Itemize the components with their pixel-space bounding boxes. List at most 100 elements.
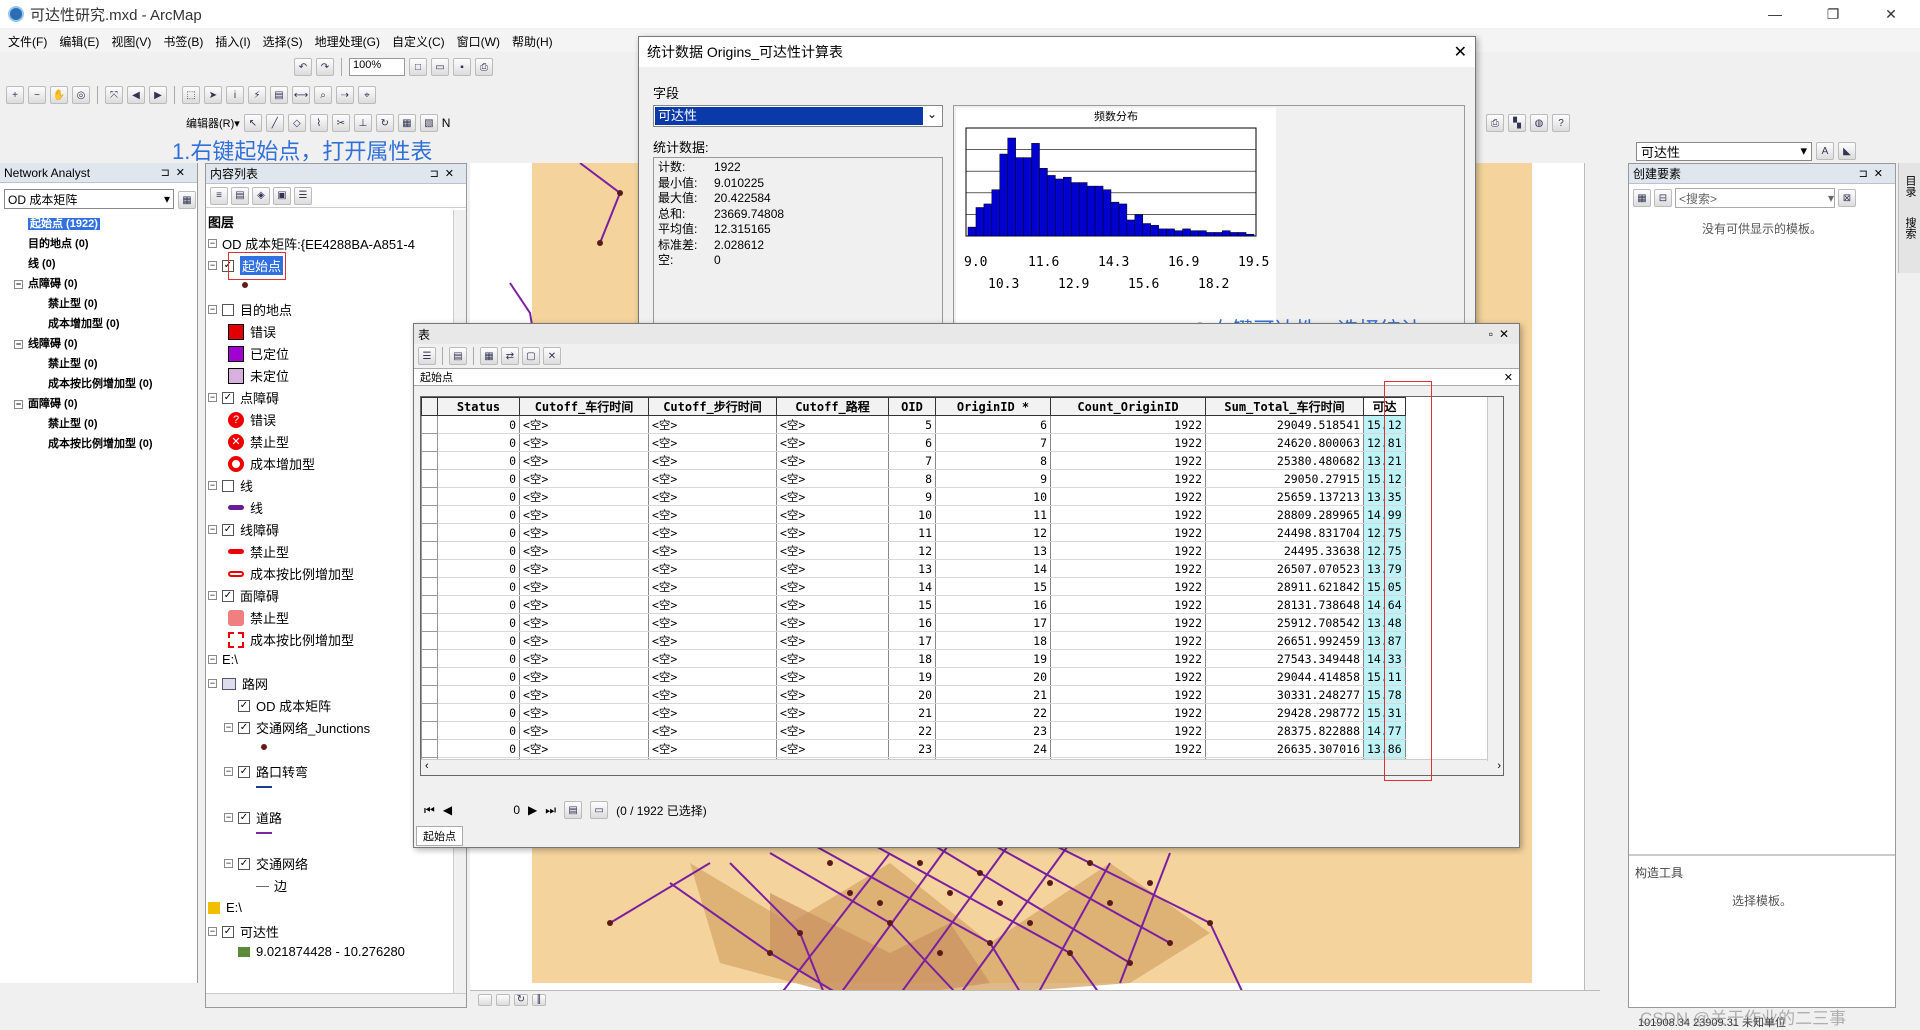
- table-cell[interactable]: 30331.248277: [1205, 685, 1364, 704]
- table-row[interactable]: 0 <空> <空> <空> 17 18 1922 26651.992459 13.87: [421, 631, 1406, 650]
- table-cell[interactable]: 24495.33638: [1205, 541, 1364, 560]
- table-cell[interactable]: 0: [437, 721, 520, 740]
- search-tab[interactable]: 搜索: [1899, 209, 1920, 247]
- table-cell[interactable]: <空>: [519, 451, 649, 470]
- table-cell[interactable]: <空>: [776, 667, 889, 686]
- table-cell[interactable]: 5: [888, 415, 936, 434]
- table-cell[interactable]: 1922: [1050, 649, 1206, 668]
- na-item[interactable]: 禁止型 (0): [48, 355, 98, 371]
- field-select[interactable]: 可达性 ⌄: [653, 105, 943, 127]
- pause-icon[interactable]: ∥: [532, 993, 546, 1006]
- table-cell[interactable]: 12: [935, 523, 1051, 542]
- traffic-net-layer[interactable]: − ✓ 交通网络: [224, 854, 308, 873]
- table-cell[interactable]: 24: [935, 739, 1051, 758]
- table-cell[interactable]: 24498.831704: [1205, 523, 1364, 542]
- menu-help[interactable]: 帮助(H): [512, 33, 553, 50]
- chart-icon[interactable]: ▚: [1508, 114, 1526, 132]
- table-cell[interactable]: 0: [437, 415, 520, 434]
- close-button[interactable]: ✕: [1862, 0, 1920, 28]
- table-cell[interactable]: 18: [888, 649, 936, 668]
- table-cell[interactable]: 0: [437, 577, 520, 596]
- help-icon[interactable]: ?: [1552, 114, 1570, 132]
- table-cell[interactable]: <空>: [519, 577, 649, 596]
- table-cell[interactable]: 0: [437, 649, 520, 668]
- table-cell[interactable]: 1922: [1050, 577, 1206, 596]
- table-row[interactable]: 0 <空> <空> <空> 7 8 1922 25380.480682 13.21: [421, 451, 1406, 470]
- layout-view-icon[interactable]: [496, 993, 510, 1006]
- na-item[interactable]: 成本增加型 (0): [48, 315, 120, 331]
- table-cell[interactable]: <空>: [648, 739, 777, 758]
- attributes-icon[interactable]: ▦: [397, 114, 416, 132]
- reshape-icon[interactable]: ⌇: [309, 114, 328, 132]
- table-cell[interactable]: 16: [888, 613, 936, 632]
- table-cell[interactable]: <空>: [519, 631, 649, 650]
- table-cell[interactable]: 1922: [1050, 469, 1206, 488]
- organize-templates-icon[interactable]: ▦: [1633, 189, 1651, 207]
- stats-close-button[interactable]: ✕: [1454, 42, 1467, 62]
- related-tables-icon[interactable]: ▤: [449, 347, 467, 365]
- table-cell[interactable]: <空>: [776, 541, 889, 560]
- na-item[interactable]: − 线障碍 (0): [14, 335, 78, 351]
- toc-hscrollbar[interactable]: [206, 993, 466, 1007]
- table-cell[interactable]: <空>: [648, 559, 777, 578]
- table-cell[interactable]: <空>: [648, 433, 777, 452]
- table-cell[interactable]: 1922: [1050, 505, 1206, 524]
- menu-selection[interactable]: 选择(S): [263, 33, 303, 50]
- table-cell[interactable]: 1922: [1050, 703, 1206, 722]
- table-cell[interactable]: <空>: [519, 649, 649, 668]
- table-cell[interactable]: <空>: [519, 685, 649, 704]
- menu-edit[interactable]: 编辑(E): [59, 33, 99, 50]
- triangle-icon[interactable]: ◣: [1838, 142, 1856, 160]
- table-cell[interactable]: <空>: [648, 631, 777, 650]
- table-cell[interactable]: 15: [888, 595, 936, 614]
- row-selector[interactable]: [421, 649, 438, 668]
- close-table-tab-icon[interactable]: ✕: [1504, 371, 1513, 384]
- table-cell[interactable]: 13: [935, 541, 1051, 560]
- table-row[interactable]: 0 <空> <空> <空> 20 21 1922 30331.248277 15.78: [421, 685, 1406, 704]
- row-selector[interactable]: [421, 487, 438, 506]
- table-cell[interactable]: 22: [888, 721, 936, 740]
- table-cell[interactable]: <空>: [519, 415, 649, 434]
- split-divider[interactable]: [1629, 854, 1895, 856]
- table-cell[interactable]: 25659.137213: [1205, 487, 1364, 506]
- template-search-input[interactable]: <搜索> ▾: [1675, 188, 1835, 208]
- table-cell[interactable]: <空>: [776, 703, 889, 722]
- table-cell[interactable]: 7: [888, 451, 936, 470]
- table-cell[interactable]: 1922: [1050, 487, 1206, 506]
- table-cell[interactable]: 0: [437, 523, 520, 542]
- column-header[interactable]: Sum_Total_车行时间: [1205, 397, 1364, 416]
- table-cell[interactable]: <空>: [776, 595, 889, 614]
- road-net-group[interactable]: − 路网: [208, 674, 268, 693]
- table-cell[interactable]: 1922: [1050, 685, 1206, 704]
- catalog-tab[interactable]: 目录: [1899, 163, 1920, 209]
- menu-insert[interactable]: 插入(I): [215, 33, 250, 50]
- table-cell[interactable]: <空>: [648, 469, 777, 488]
- cut-polygon-icon[interactable]: ✂: [331, 114, 350, 132]
- table-cell[interactable]: <空>: [519, 595, 649, 614]
- od-matrix-layer[interactable]: ✓ OD 成本矩阵: [238, 696, 331, 715]
- table-cell[interactable]: 29044.414858: [1205, 667, 1364, 686]
- xy-icon[interactable]: ⌖: [358, 86, 376, 104]
- row-selector[interactable]: [421, 667, 438, 686]
- grid-hscrollbar[interactable]: ‹ ›: [421, 759, 1503, 775]
- edit-vertices-icon[interactable]: ◇: [287, 114, 306, 132]
- table-row[interactable]: 0 <空> <空> <空> 23 24 1922 26635.307016 13.86: [421, 739, 1406, 758]
- print-icon[interactable]: ⎙: [475, 58, 493, 76]
- switch-selection-icon[interactable]: ⇄: [501, 347, 519, 365]
- table-cell[interactable]: 26635.307016: [1205, 739, 1364, 758]
- table-cell[interactable]: 29050.27915: [1205, 469, 1364, 488]
- column-header[interactable]: Cutoff_路程: [776, 397, 889, 416]
- table-cell[interactable]: <空>: [776, 577, 889, 596]
- table-cell[interactable]: 0: [437, 541, 520, 560]
- line-barriers-layer[interactable]: − ✓ 线障碍: [208, 520, 279, 539]
- row-selector[interactable]: [421, 613, 438, 632]
- zoom-out-icon[interactable]: −: [28, 86, 46, 104]
- edit-tool-icon[interactable]: ↖: [243, 114, 262, 132]
- column-header[interactable]: Cutoff_步行时间: [648, 397, 777, 416]
- table-cell[interactable]: 1922: [1050, 559, 1206, 578]
- table-cell[interactable]: 21: [888, 703, 936, 722]
- table-cell[interactable]: <空>: [519, 739, 649, 758]
- table-cell[interactable]: <空>: [648, 487, 777, 506]
- expand-icon[interactable]: −: [14, 400, 23, 409]
- table-cell[interactable]: <空>: [776, 505, 889, 524]
